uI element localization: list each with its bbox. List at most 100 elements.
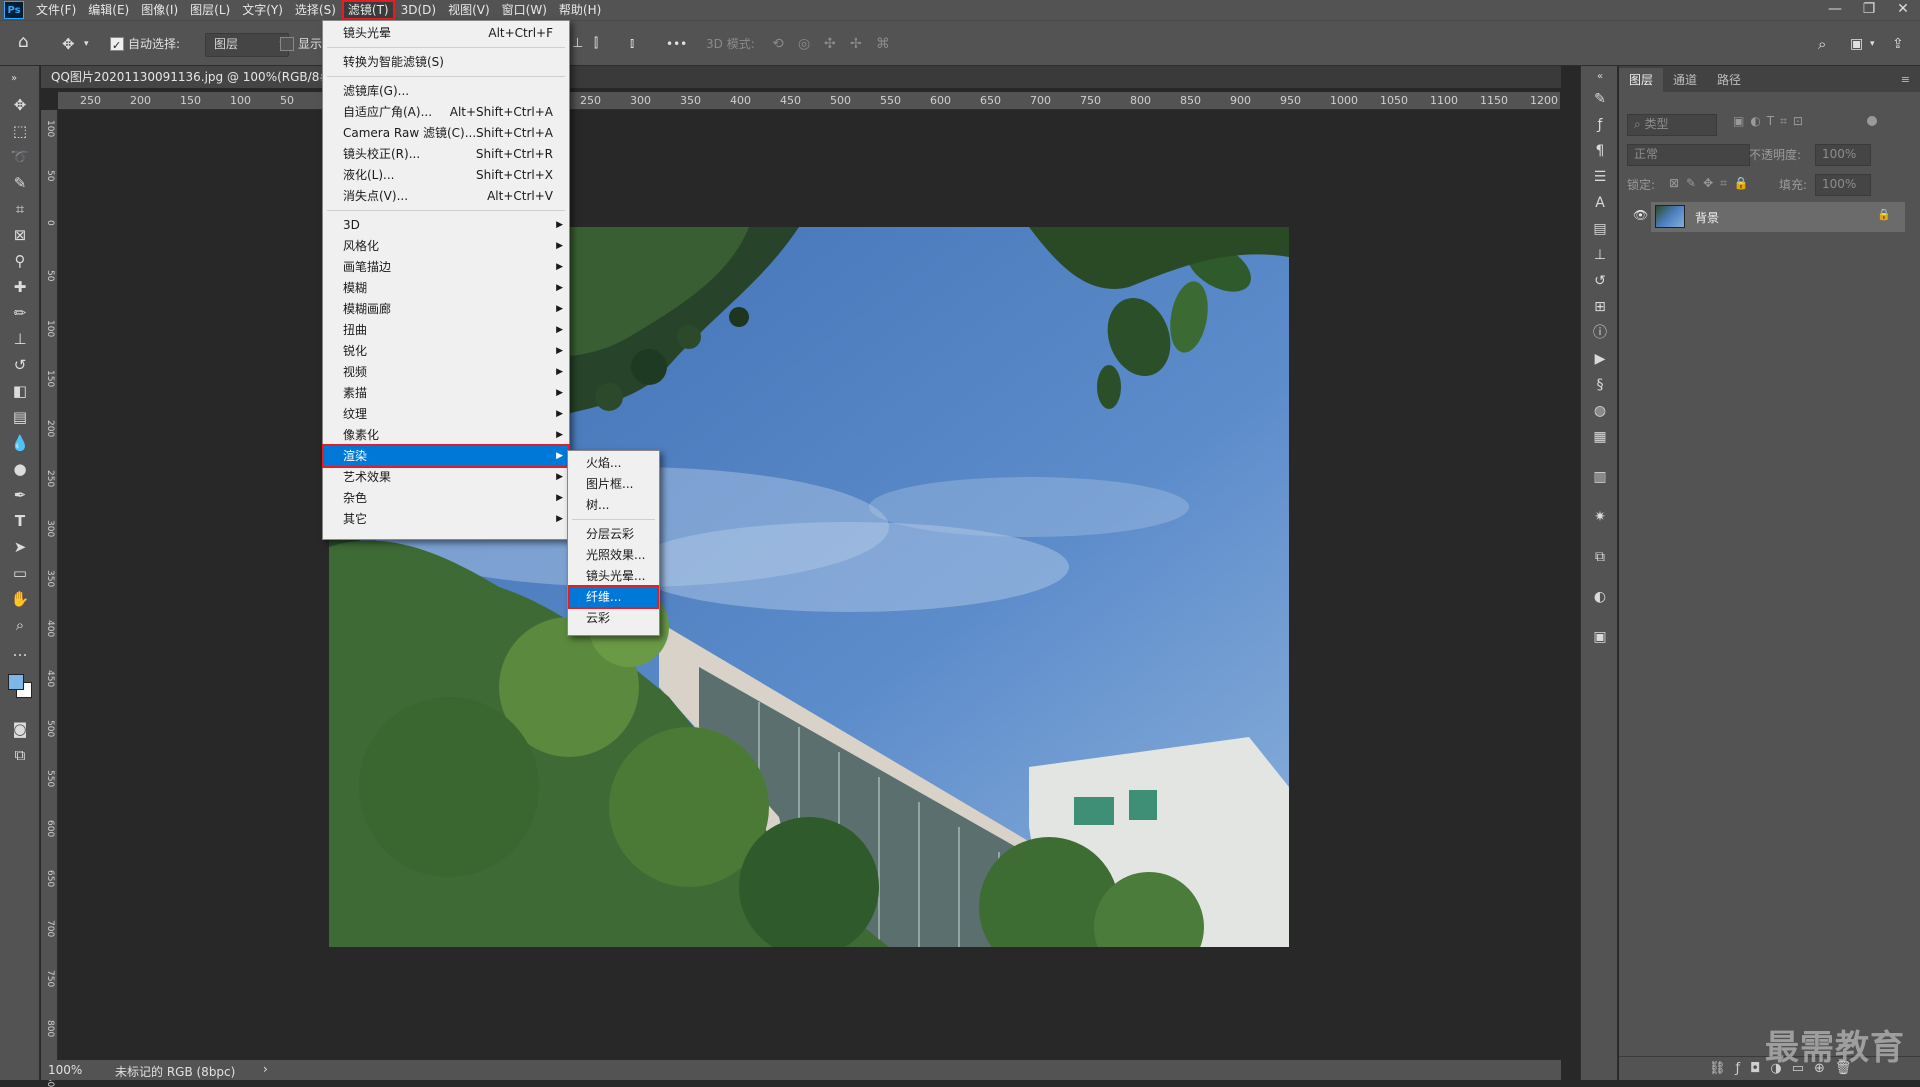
menu-item[interactable]: 图像(I) (135, 0, 184, 20)
blur-tool-icon[interactable]: 💧 (8, 432, 32, 454)
render-submenu-item[interactable]: 云彩 (586, 608, 655, 628)
chevron-down-icon[interactable]: ▾ (84, 33, 89, 55)
slide-3d-icon[interactable]: ✢ (850, 33, 862, 55)
zoom-tool-icon[interactable]: ⌕ (8, 614, 32, 636)
quick-select-tool-icon[interactable]: ✎ (8, 172, 32, 194)
render-submenu-item[interactable]: 纤维... (586, 587, 655, 607)
restore-button[interactable]: ❐ (1852, 0, 1886, 20)
adjustments-icon[interactable]: ◐ (1589, 586, 1611, 608)
history-brush-icon[interactable]: ↺ (8, 354, 32, 376)
eyedropper-tool-icon[interactable]: ⚲ (8, 250, 32, 272)
render-submenu-item[interactable]: 光照效果... (586, 545, 655, 565)
lock-icons[interactable]: ⊠✎✥⌗🔒 (1669, 176, 1756, 198)
color-swatches[interactable] (6, 670, 34, 702)
brush-settings-icon[interactable]: ✎ (1589, 88, 1611, 110)
align-bottom-icon[interactable]: ⊥ (572, 33, 583, 55)
pan-3d-icon[interactable]: ✣ (824, 33, 836, 55)
render-submenu-item[interactable]: 火焰... (586, 453, 655, 473)
menu-item[interactable]: 选择(S) (289, 0, 342, 20)
layer-row-background[interactable]: 👁 背景 🔒 (1633, 202, 1905, 232)
close-button[interactable]: ✕ (1886, 0, 1920, 20)
more-tools-icon[interactable]: … (8, 640, 32, 662)
path-select-icon[interactable]: ➤ (8, 536, 32, 558)
filter-menu-item[interactable]: 镜头校正(R)... Shift+Ctrl+R (343, 144, 561, 164)
menu-item[interactable]: 3D(D) (395, 0, 442, 20)
filter-submenu-item[interactable]: 风格化 ▶ (343, 236, 563, 256)
filter-submenu-item[interactable]: 模糊 ▶ (343, 278, 563, 298)
brush-tool-icon[interactable]: ✏ (8, 302, 32, 324)
filter-menu-item[interactable]: 转换为智能滤镜(S) (343, 52, 561, 72)
gradient-tool-icon[interactable]: ▤ (8, 406, 32, 428)
menu-item[interactable]: 滤镜(T) (341, 0, 395, 20)
render-submenu-item[interactable]: 图片框... (586, 474, 655, 494)
filter-toggle-icon[interactable] (1867, 116, 1877, 126)
lock-icon[interactable]: 🔒 (1877, 208, 1891, 221)
export-icon[interactable]: ⧉ (1589, 546, 1611, 568)
render-submenu-item[interactable]: 镜头光晕... (586, 566, 655, 586)
channels-icon[interactable]: ⊞ (1589, 296, 1611, 318)
eraser-tool-icon[interactable]: ◧ (8, 380, 32, 402)
distribute-icon[interactable]: ⫾ (630, 33, 634, 55)
history-icon[interactable]: ↺ (1589, 270, 1611, 292)
table-icon[interactable]: ▦ (1589, 426, 1611, 448)
home-icon[interactable]: ⌂ (18, 31, 29, 53)
filter-menu-item[interactable]: 自适应广角(A)... Alt+Shift+Ctrl+A (343, 102, 561, 122)
status-arrow-icon[interactable]: › (263, 1062, 268, 1076)
scale-3d-icon[interactable]: ⌘ (876, 33, 890, 55)
filter-submenu-item[interactable]: 画笔描边 ▶ (343, 257, 563, 277)
rectangle-tool-icon[interactable]: ▭ (8, 562, 32, 584)
collapse-icon[interactable]: » (2, 68, 26, 90)
layer-filter-icons[interactable]: ▣◐T⌗⊡ (1733, 114, 1873, 136)
filter-menu-item[interactable]: 液化(L)... Shift+Ctrl+X (343, 165, 561, 185)
filter-submenu-item[interactable]: 纹理 ▶ (343, 404, 563, 424)
menu-item[interactable]: 图层(L) (184, 0, 236, 20)
filter-submenu-item[interactable]: 艺术效果 ▶ (343, 467, 563, 487)
document-tab[interactable]: QQ图片20201130091136.jpg @ 100%(RGB/8#) (41, 66, 326, 88)
minimize-button[interactable]: — (1818, 0, 1852, 20)
filter-submenu-item[interactable]: 锐化 ▶ (343, 341, 563, 361)
tab-paths[interactable]: 路径 (1707, 68, 1751, 92)
workspace-icon[interactable]: ▣ (1850, 33, 1863, 55)
filter-submenu-item[interactable]: 3D ▶ (343, 215, 563, 235)
libraries-icon[interactable]: ▤ (1589, 218, 1611, 240)
auto-select-checkbox[interactable]: 自动选择: (110, 33, 180, 57)
paths-icon[interactable]: § (1589, 374, 1611, 396)
properties-icon[interactable]: ☰ (1589, 166, 1611, 188)
menu-item[interactable]: 编辑(E) (82, 0, 135, 20)
zoom-level[interactable]: 100% (48, 1063, 82, 1077)
move-tool-icon[interactable]: ✥ (8, 94, 32, 116)
menu-item[interactable]: 帮助(H) (553, 0, 607, 20)
character-icon[interactable]: A (1589, 192, 1611, 214)
orbit-3d-icon[interactable]: ⟲ (772, 33, 784, 55)
filter-menu-item[interactable]: Camera Raw 滤镜(C)... Shift+Ctrl+A (343, 123, 561, 143)
marquee-tool-icon[interactable]: ⬚ (8, 120, 32, 142)
panel-menu-icon[interactable]: ≡ (1891, 68, 1920, 92)
tab-layers[interactable]: 图层 (1619, 68, 1664, 92)
filter-submenu-item[interactable]: 扭曲 ▶ (343, 320, 563, 340)
filter-submenu-item[interactable]: 模糊画廊 ▶ (343, 299, 563, 319)
share-icon[interactable]: ⇪ (1892, 33, 1904, 55)
menu-item[interactable]: 文件(F) (30, 0, 82, 20)
blend-mode-select[interactable]: 正常 (1627, 144, 1750, 166)
foreground-color-swatch[interactable] (8, 674, 24, 690)
stamp-tool-icon[interactable]: ⊥ (8, 328, 32, 350)
light-icon[interactable]: ✷ (1589, 506, 1611, 528)
layer-select-dropdown[interactable]: 图层▾ (205, 33, 289, 57)
clone-source-icon[interactable]: ⊥ (1589, 244, 1611, 266)
filter-menu-item[interactable]: 消失点(V)... Alt+Ctrl+V (343, 186, 561, 206)
frame-tool-icon[interactable]: ⊠ (8, 224, 32, 246)
lasso-tool-icon[interactable]: ➰ (8, 146, 32, 168)
crop-tool-icon[interactable]: ⌗ (8, 198, 32, 220)
type-tool-icon[interactable]: T (8, 510, 32, 532)
collapse-icon[interactable]: « (1589, 66, 1611, 88)
filter-submenu-item[interactable]: 素描 ▶ (343, 383, 563, 403)
menu-item[interactable]: 文字(Y) (236, 0, 289, 20)
notes-icon[interactable]: ▥ (1589, 466, 1611, 488)
search-icon[interactable]: ⌕ (1818, 33, 1826, 55)
more-options-button[interactable]: ••• (666, 33, 687, 55)
layer-filter-select[interactable]: ⌕ 类型 (1627, 114, 1717, 136)
eye-icon[interactable]: 👁 (1633, 208, 1648, 222)
menu-item[interactable]: 窗口(W) (496, 0, 553, 20)
render-submenu-item[interactable]: 分层云彩 (586, 524, 655, 544)
pen-tool-icon[interactable]: ✒ (8, 484, 32, 506)
